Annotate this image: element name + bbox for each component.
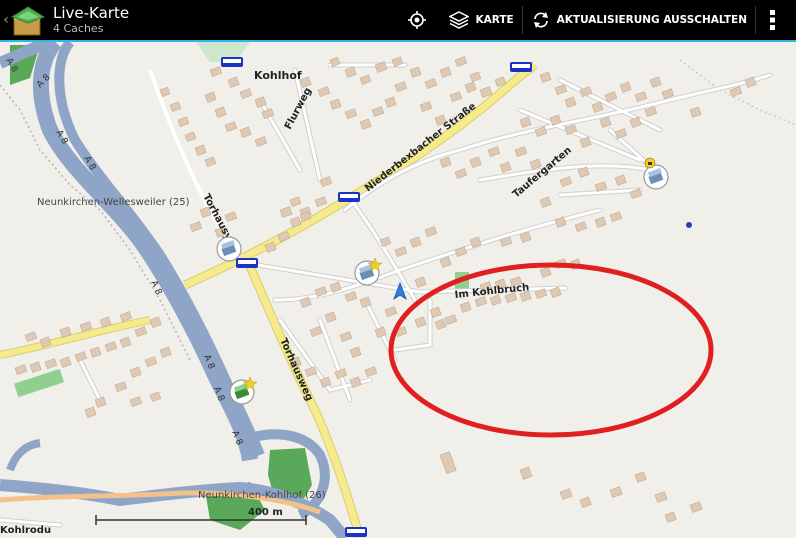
my-location-button[interactable] bbox=[399, 0, 441, 40]
overflow-menu-icon bbox=[770, 10, 775, 30]
bus-stop-icon bbox=[236, 258, 258, 268]
title-block[interactable]: Live-Karte 4 Caches bbox=[53, 3, 130, 36]
layers-icon bbox=[449, 11, 470, 29]
bus-stop-icon bbox=[221, 57, 243, 67]
bus-stop-icon bbox=[338, 192, 360, 202]
bus-stop-icon bbox=[345, 527, 367, 537]
label-kohlrodung: Kohlrodu bbox=[0, 525, 51, 536]
bus-stop-icon bbox=[510, 62, 532, 72]
map-source-button[interactable]: KARTE bbox=[441, 0, 521, 40]
map-view[interactable]: Kohlhof Flurweg Niederbexbacher Straße T… bbox=[0, 42, 796, 538]
refresh-icon bbox=[533, 12, 548, 28]
toggle-refresh-button[interactable]: AKTUALISIERUNG AUSSCHALTEN bbox=[523, 0, 755, 40]
label-neunkirchen-kohlhof: Neunkirchen-Kohlhof (26) bbox=[198, 490, 326, 501]
label-kohlhof: Kohlhof bbox=[254, 69, 302, 82]
screen-title: Live-Karte bbox=[53, 3, 130, 22]
action-buttons: KARTE AKTUALISIERUNG AUSSCHALTEN bbox=[399, 0, 796, 40]
refresh-button-label: AKTUALISIERUNG AUSSCHALTEN bbox=[556, 14, 747, 26]
overflow-menu-button[interactable] bbox=[756, 0, 796, 40]
waypoint-dot bbox=[686, 222, 692, 228]
label-neunkirchen-wellesweiler: Neunkirchen-Wellesweiler (25) bbox=[37, 197, 190, 208]
back-chevron-icon[interactable]: ‹ bbox=[1, 12, 11, 28]
cache-count: 4 Caches bbox=[53, 21, 104, 35]
crosshair-icon bbox=[408, 11, 427, 29]
action-bar: ‹ Live-Karte 4 Caches KARTE AKTUALISIERU… bbox=[0, 0, 796, 40]
scale-label: 400 m bbox=[248, 507, 283, 518]
map-button-label: KARTE bbox=[475, 14, 514, 26]
cache-marker[interactable] bbox=[216, 236, 242, 262]
app-logo-icon[interactable] bbox=[10, 3, 46, 37]
